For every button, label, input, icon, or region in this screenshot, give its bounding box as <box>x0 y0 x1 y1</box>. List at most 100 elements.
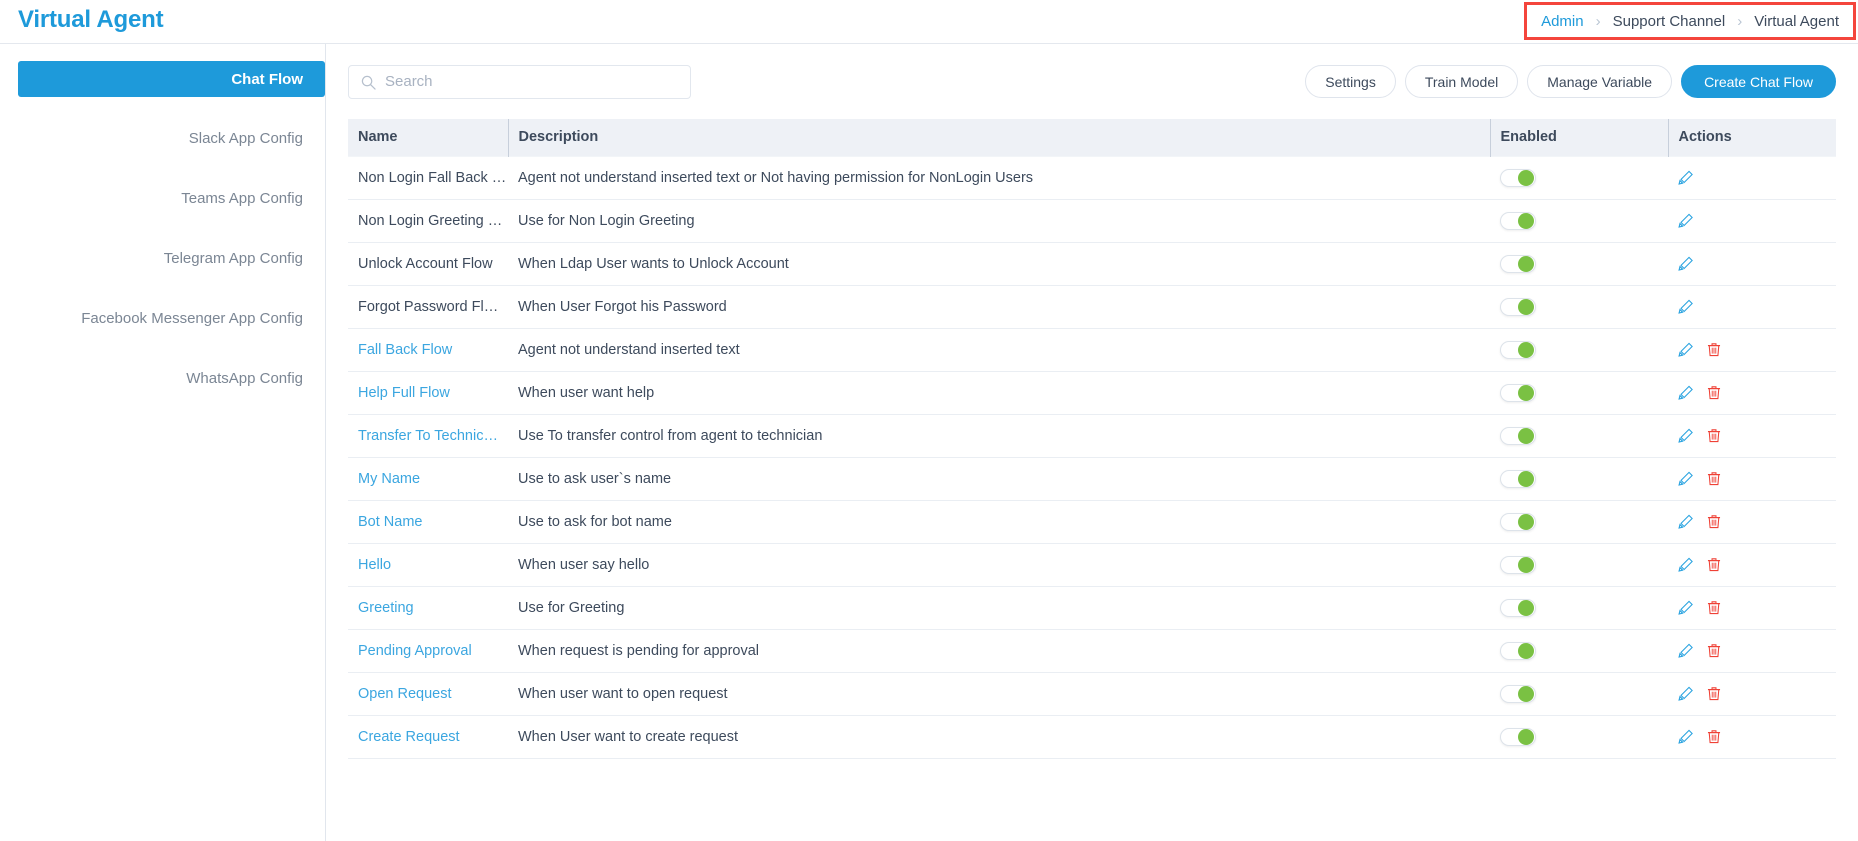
enabled-toggle[interactable] <box>1500 727 1536 746</box>
delete-icon[interactable] <box>1706 599 1722 616</box>
edit-icon[interactable] <box>1678 384 1694 401</box>
sidebar-item-teams-app-config[interactable]: Teams App Config <box>0 179 325 217</box>
delete-icon[interactable] <box>1706 470 1722 487</box>
edit-icon[interactable] <box>1678 556 1694 573</box>
column-header-description[interactable]: Description <box>507 119 1490 156</box>
edit-icon[interactable] <box>1678 470 1694 487</box>
edit-icon[interactable] <box>1678 255 1694 272</box>
enabled-toggle[interactable] <box>1500 297 1536 316</box>
breadcrumb-separator-icon: › <box>1737 12 1743 30</box>
sidebar-item-telegram-app-config[interactable]: Telegram App Config <box>0 239 325 277</box>
edit-icon[interactable] <box>1678 599 1694 616</box>
delete-icon[interactable] <box>1706 341 1722 358</box>
cell-actions <box>1668 371 1836 415</box>
cell-name: Hello <box>348 543 508 587</box>
search-input[interactable] <box>385 73 690 90</box>
cell-actions <box>1668 199 1836 243</box>
column-header-name[interactable]: Name <box>348 119 508 156</box>
edit-icon[interactable] <box>1678 169 1694 186</box>
cell-name: Unlock Account Flow <box>348 242 508 286</box>
cell-description: When User want to create request <box>508 715 1490 759</box>
settings-button[interactable]: Settings <box>1305 65 1396 98</box>
create-chat-flow-button[interactable]: Create Chat Flow <box>1681 65 1836 98</box>
delete-icon[interactable] <box>1706 427 1722 444</box>
flow-name-link[interactable]: Transfer To Technic… <box>358 428 498 444</box>
flow-name-link[interactable]: Hello <box>358 557 391 573</box>
cell-name: Bot Name <box>348 500 508 544</box>
enabled-toggle[interactable] <box>1500 555 1536 574</box>
edit-icon[interactable] <box>1678 298 1694 315</box>
enabled-toggle[interactable] <box>1500 254 1536 273</box>
flow-name-link[interactable]: My Name <box>358 471 420 487</box>
train-model-button[interactable]: Train Model <box>1404 65 1519 98</box>
cell-name: Non Login Greeting … <box>348 199 508 243</box>
row-actions <box>1678 427 1836 444</box>
toggle-knob <box>1518 685 1534 702</box>
cell-description: Agent not understand inserted text <box>508 328 1490 372</box>
row-actions <box>1678 599 1836 616</box>
cell-name: My Name <box>348 457 508 501</box>
toggle-knob <box>1518 556 1534 573</box>
row-actions <box>1678 384 1836 401</box>
flow-name-link[interactable]: Pending Approval <box>358 643 472 659</box>
edit-icon[interactable] <box>1678 427 1694 444</box>
delete-icon[interactable] <box>1706 556 1722 573</box>
breadcrumb-item-admin[interactable]: Admin <box>1541 13 1584 30</box>
table-row: Transfer To Technic… Use To transfer cont… <box>348 414 1836 458</box>
delete-icon[interactable] <box>1706 728 1722 745</box>
edit-icon[interactable] <box>1678 728 1694 745</box>
enabled-toggle[interactable] <box>1500 641 1536 660</box>
breadcrumb: Admin › Support Channel › Virtual Agent <box>1524 2 1856 40</box>
delete-icon[interactable] <box>1706 685 1722 702</box>
cell-description: Use to ask for bot name <box>508 500 1490 544</box>
flow-name-link[interactable]: Help Full Flow <box>358 385 450 401</box>
cell-enabled <box>1490 543 1668 587</box>
flow-name-link[interactable]: Fall Back Flow <box>358 342 452 358</box>
search-box[interactable] <box>348 64 691 99</box>
edit-icon[interactable] <box>1678 341 1694 358</box>
enabled-toggle[interactable] <box>1500 598 1536 617</box>
column-header-enabled[interactable]: Enabled <box>1489 119 1668 156</box>
flow-name-link[interactable]: Bot Name <box>358 514 422 530</box>
edit-icon[interactable] <box>1678 513 1694 530</box>
sidebar-item-label: Teams App Config <box>181 189 303 207</box>
main-content: SettingsTrain ModelManage VariableCreate… <box>326 44 1858 841</box>
cell-enabled <box>1490 199 1668 243</box>
manage-variable-button[interactable]: Manage Variable <box>1527 65 1673 98</box>
flow-name-link[interactable]: Open Request <box>358 686 452 702</box>
enabled-toggle[interactable] <box>1500 512 1536 531</box>
sidebar-item-slack-app-config[interactable]: Slack App Config <box>0 119 325 157</box>
enabled-toggle[interactable] <box>1500 426 1536 445</box>
edit-icon[interactable] <box>1678 212 1694 229</box>
toggle-knob <box>1518 599 1534 616</box>
enabled-toggle[interactable] <box>1500 684 1536 703</box>
flow-name-link[interactable]: Create Request <box>358 729 460 745</box>
sidebar-item-whatsapp-config[interactable]: WhatsApp Config <box>0 359 325 397</box>
sidebar-item-facebook-messenger-app-config[interactable]: Facebook Messenger App Config <box>0 299 325 337</box>
delete-icon[interactable] <box>1706 642 1722 659</box>
enabled-toggle[interactable] <box>1500 168 1536 187</box>
enabled-toggle[interactable] <box>1500 340 1536 359</box>
enabled-toggle[interactable] <box>1500 211 1536 230</box>
edit-icon[interactable] <box>1678 685 1694 702</box>
cell-name: Non Login Fall Back … <box>348 155 508 200</box>
cell-actions <box>1668 457 1836 501</box>
cell-actions <box>1668 328 1836 372</box>
toggle-knob <box>1518 341 1534 358</box>
cell-description: Agent not understand inserted text or No… <box>508 155 1490 200</box>
column-header-actions[interactable]: Actions <box>1667 119 1836 156</box>
enabled-toggle[interactable] <box>1500 383 1536 402</box>
delete-icon[interactable] <box>1706 513 1722 530</box>
cell-enabled <box>1490 457 1668 501</box>
table-row: Unlock Account Flow When Ldap User wants … <box>348 242 1836 286</box>
row-actions <box>1678 470 1836 487</box>
flow-name-text: Non Login Greeting … <box>358 212 503 229</box>
cell-actions <box>1668 155 1836 200</box>
table-header-row: Name Description Enabled Actions <box>348 119 1836 156</box>
sidebar-item-chat-flow[interactable]: Chat Flow <box>18 61 325 97</box>
edit-icon[interactable] <box>1678 642 1694 659</box>
flow-name-link[interactable]: Greeting <box>358 600 414 616</box>
cell-description: When Ldap User wants to Unlock Account <box>508 242 1490 286</box>
enabled-toggle[interactable] <box>1500 469 1536 488</box>
delete-icon[interactable] <box>1706 384 1722 401</box>
